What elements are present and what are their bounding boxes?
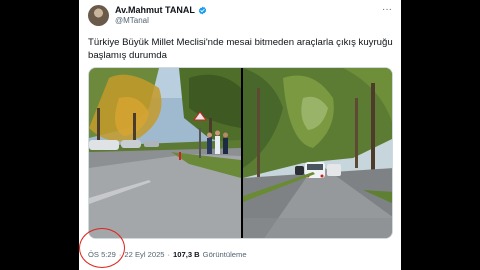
author-row: Av.Mahmut TANAL bbox=[115, 5, 207, 15]
street-photo-left[interactable] bbox=[89, 68, 241, 238]
annotation-circle bbox=[79, 228, 125, 268]
author-handle[interactable]: @MTanal bbox=[115, 16, 149, 25]
more-options-icon[interactable]: ··· bbox=[382, 4, 392, 15]
tweet-text: Türkiye Büyük Millet Meclisi'nde mesai b… bbox=[88, 37, 393, 61]
tweet-date[interactable]: 22 Eyl 2025 bbox=[124, 250, 164, 259]
tweet-header: Av.Mahmut TANAL @MTanal ··· bbox=[79, 0, 401, 32]
meta-separator: · bbox=[167, 250, 171, 259]
verified-badge-icon bbox=[198, 6, 207, 14]
views-count: 107,3 B bbox=[173, 250, 200, 259]
street-photo-right[interactable] bbox=[243, 68, 392, 238]
avatar[interactable] bbox=[88, 5, 109, 26]
views-label: Görüntüleme bbox=[202, 250, 247, 259]
tweet-card[interactable]: Av.Mahmut TANAL @MTanal ··· Türkiye Büyü… bbox=[79, 0, 401, 270]
author-name[interactable]: Av.Mahmut TANAL bbox=[115, 5, 195, 15]
tweet-media[interactable] bbox=[88, 67, 393, 239]
